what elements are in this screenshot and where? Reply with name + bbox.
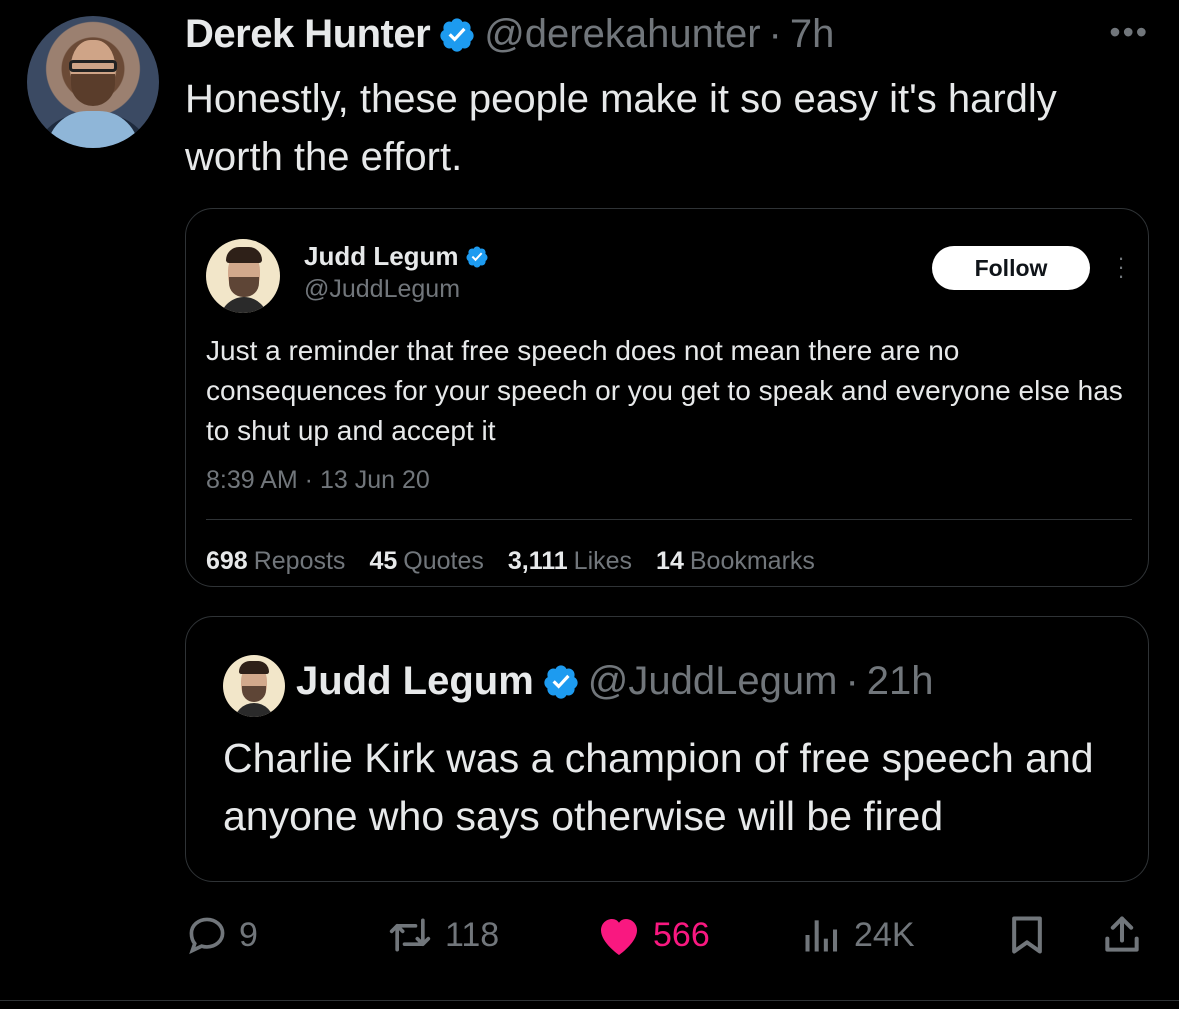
author-avatar[interactable]	[27, 16, 159, 148]
like-button[interactable]: 566	[595, 905, 710, 965]
quoted-card-timestamp: 8:39 AM · 13 Jun 20	[206, 466, 430, 494]
bookmark-icon	[1012, 916, 1042, 954]
tweet-time[interactable]: 7h	[790, 12, 835, 57]
quoted-tweet-author-name: Judd Legum	[296, 659, 534, 703]
stat-likes: 3,111 Likes	[507, 547, 633, 575]
author-handle[interactable]: @derekahunter	[484, 12, 760, 57]
divider	[0, 1000, 1179, 1001]
quoted-tweet-text: Charlie Kirk was a champion of free spee…	[223, 735, 1094, 839]
stat-quotes: 45 Quotes	[369, 547, 484, 575]
quoted-tweet-avatar	[223, 655, 285, 717]
stat-reposts: 698 Reposts	[206, 547, 346, 575]
tweet-action-bar: 9 118 566 24K	[185, 905, 1149, 965]
more-vertical-icon: · · ·	[1117, 245, 1125, 288]
analytics-icon	[805, 920, 838, 952]
quoted-tweet-card[interactable]: Judd Legum @JuddLegum · 21h Charlie Kirk…	[185, 616, 1149, 882]
quoted-tweet-handle: @JuddLegum	[587, 659, 838, 703]
verified-badge-icon	[440, 17, 474, 52]
like-count: 566	[653, 915, 710, 954]
reply-button[interactable]: 9	[185, 905, 258, 965]
verified-badge-icon	[544, 664, 578, 699]
repost-button[interactable]: 118	[385, 905, 499, 965]
quoted-tweet-header: Judd Legum @JuddLegum · 21h	[296, 659, 934, 704]
verified-badge-icon	[466, 246, 488, 267]
views-count: 24K	[854, 915, 915, 954]
quoted-screenshot-card[interactable]: Judd Legum @JuddLegum Follow · · · Just a …	[185, 208, 1149, 587]
repost-icon	[389, 918, 431, 952]
reply-icon	[189, 917, 225, 955]
heart-icon	[601, 919, 637, 955]
quoted-card-stats: 698 Reposts 45 Quotes 3,111 Likes 14 Bookmar…	[206, 547, 815, 576]
follow-button: Follow	[932, 246, 1090, 290]
more-horizontal-icon[interactable]: •••	[1109, 16, 1149, 48]
repost-count: 118	[445, 915, 500, 954]
quoted-tweet-time: 21h	[866, 659, 934, 703]
time-separator: ·	[768, 12, 782, 56]
quoted-author-handle: @JuddLegum	[304, 275, 461, 303]
avatar-glasses	[69, 60, 117, 72]
bookmark-button[interactable]	[1005, 905, 1049, 965]
divider	[206, 519, 1132, 520]
reply-count: 9	[239, 915, 258, 954]
avatar-shirt	[47, 111, 139, 148]
tweet-header: Derek Hunter @derekahunter · 7h	[185, 12, 834, 57]
time-separator: ·	[845, 659, 859, 703]
quoted-author-name: Judd Legum	[304, 241, 459, 271]
quoted-card-text: Just a reminder that free speech does no…	[206, 335, 1123, 446]
share-button[interactable]	[1100, 905, 1144, 965]
author-name[interactable]: Derek Hunter	[185, 12, 431, 57]
share-icon	[1105, 916, 1139, 952]
views-button[interactable]: 24K	[800, 905, 915, 965]
quoted-author-name-row: Judd Legum	[304, 241, 489, 272]
avatar-beard	[71, 74, 115, 106]
stat-bookmarks: 14 Bookmarks	[656, 547, 815, 575]
tweet-text: Honestly, these people make it so easy i…	[185, 77, 1057, 179]
quoted-author-avatar	[206, 239, 280, 313]
